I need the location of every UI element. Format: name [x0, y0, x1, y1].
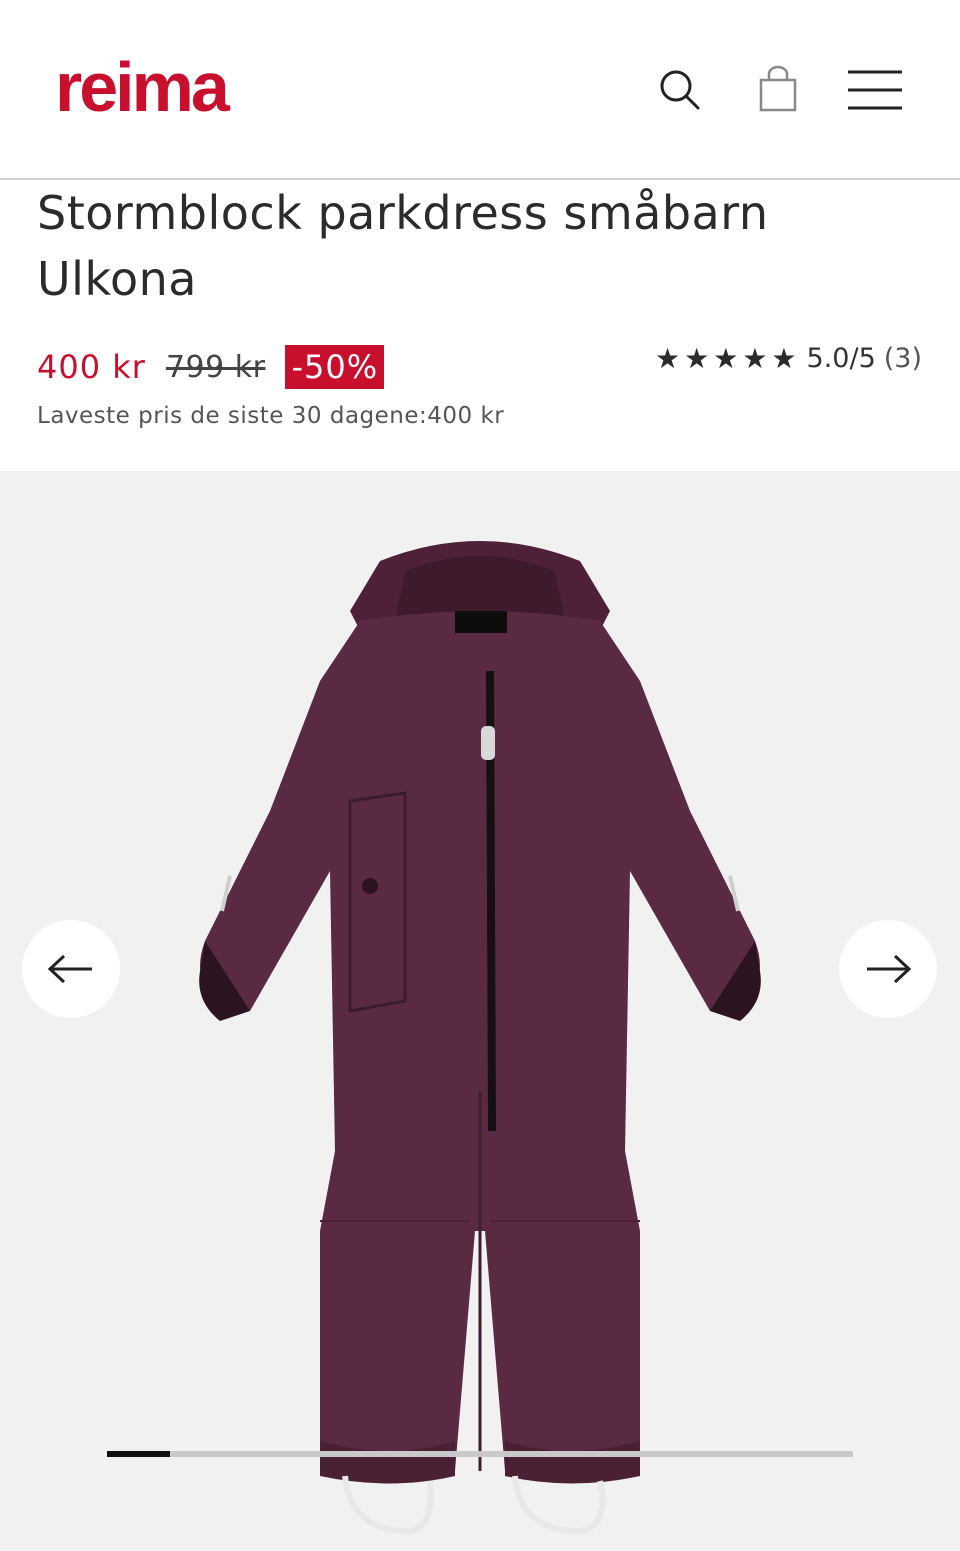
product-image-gallery[interactable] — [0, 471, 960, 1551]
arrow-right-icon — [867, 954, 911, 984]
rating-score: 5.0/5 — [806, 342, 876, 374]
search-icon[interactable] — [652, 62, 708, 118]
original-price: 799 kr — [165, 349, 266, 385]
discount-badge: -50% — [285, 345, 385, 389]
site-header: reima — [0, 0, 960, 180]
rating-count[interactable]: (3) — [884, 343, 922, 374]
price-row: 400 kr 799 kr -50% — [37, 344, 385, 390]
gallery-progress-indicator — [107, 1451, 170, 1457]
shopping-bag-icon[interactable] — [750, 62, 806, 118]
lowest-price-note: Laveste pris de siste 30 dagene:400 kr — [37, 403, 505, 429]
next-image-button[interactable] — [839, 920, 937, 1018]
reima-logo[interactable]: reima — [55, 52, 230, 122]
previous-image-button[interactable] — [22, 920, 120, 1018]
gallery-progress-bar[interactable] — [107, 1451, 853, 1457]
star-rating-icons: ★★★★★ — [655, 341, 801, 375]
product-rating[interactable]: ★★★★★ 5.0/5 (3) — [655, 340, 922, 376]
current-price: 400 kr — [37, 348, 146, 386]
arrow-left-icon — [48, 954, 92, 984]
menu-icon[interactable] — [846, 62, 902, 118]
product-title: Stormblock parkdress småbarn Ulkona — [37, 186, 769, 306]
product-image — [199, 541, 761, 1535]
